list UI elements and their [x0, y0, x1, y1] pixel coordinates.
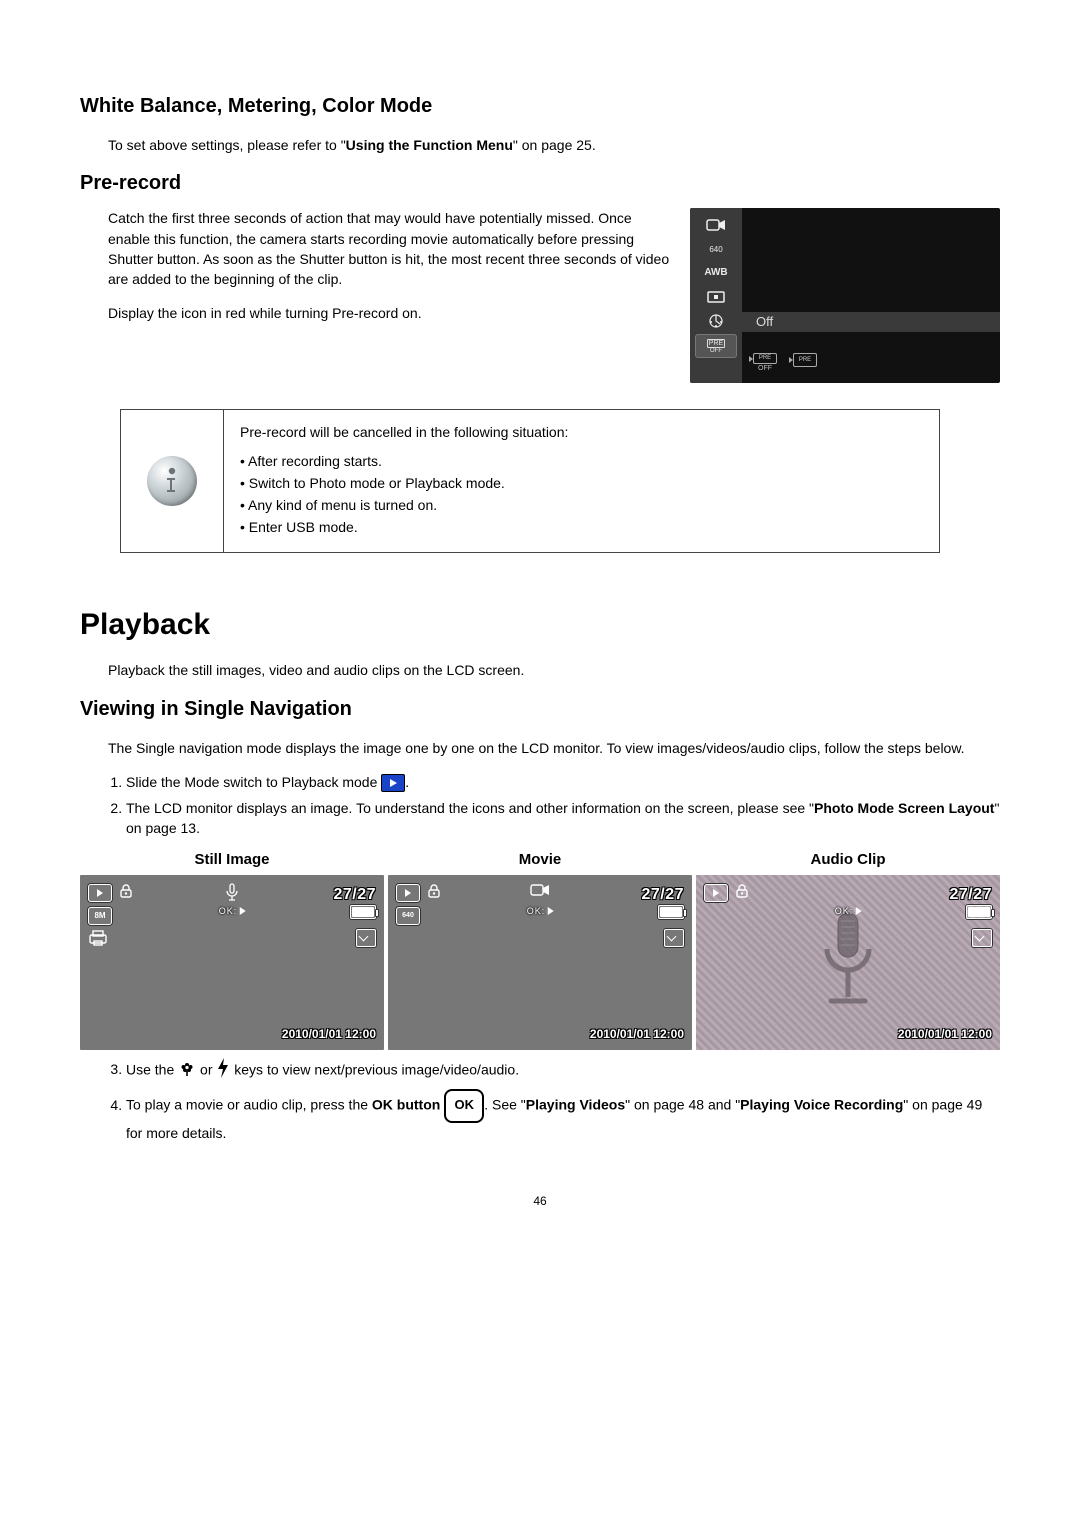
- step-3: Use the or keys to view next/previous im…: [126, 1058, 1000, 1083]
- playback-intro: Playback the still images, video and aud…: [108, 660, 1000, 680]
- dpof-icon: [88, 929, 108, 953]
- heading-pre-record: Pre-record: [80, 169, 1000, 198]
- page-number: 46: [80, 1193, 1000, 1210]
- flash-bolt-icon: [216, 1058, 230, 1083]
- playing-voice-recording-link: Playing Voice Recording: [740, 1097, 903, 1113]
- voice-memo-icon: [224, 883, 240, 907]
- wb-text-a: To set above settings, please refer to ": [108, 137, 346, 153]
- heading-white-balance: White Balance, Metering, Color Mode: [80, 92, 1000, 121]
- movie-icon: [530, 883, 550, 903]
- battery-icon: [966, 905, 992, 919]
- battery-icon: [658, 905, 684, 919]
- microphone-icon: [813, 909, 883, 1015]
- playing-videos-link: Playing Videos: [526, 1097, 625, 1113]
- preview-title-audio: Audio Clip: [696, 849, 1000, 871]
- timestamp: 2010/01/01 12:00: [282, 1026, 376, 1043]
- timestamp: 2010/01/01 12:00: [898, 1026, 992, 1043]
- ok-button-label: OK button: [372, 1097, 440, 1113]
- battery-icon: [350, 905, 376, 919]
- pre-record-icon: PRE OFF: [695, 334, 737, 358]
- step-1: Slide the Mode switch to Playback mode .: [126, 772, 1000, 792]
- movie-mode-icon: [696, 214, 736, 236]
- color-mode-icon: [696, 310, 736, 332]
- image-counter: 27/27: [641, 883, 684, 906]
- note-item: After recording starts.: [240, 451, 923, 471]
- pre-record-option-on: PRE: [790, 353, 820, 373]
- wb-link-function-menu: Using the Function Menu: [346, 137, 513, 153]
- macro-flower-icon: [178, 1059, 196, 1082]
- single-nav-steps-cont: Use the or keys to view next/previous im…: [80, 1058, 1000, 1144]
- wb-text-c: " on page 25.: [513, 137, 596, 153]
- image-counter: 27/27: [949, 883, 992, 906]
- pre-label: PRE: [759, 354, 771, 363]
- ok-play-hint: OK:: [835, 905, 862, 918]
- awb-icon: AWB: [696, 262, 736, 284]
- timestamp: 2010/01/01 12:00: [590, 1026, 684, 1043]
- note-item: Switch to Photo mode or Playback mode.: [240, 473, 923, 493]
- off-label: OFF: [758, 364, 772, 374]
- resolution-640-icon: 640: [396, 907, 420, 925]
- image-counter: 27/27: [333, 883, 376, 906]
- camera-menu-sidebar: 640 AWB PRE OFF: [690, 208, 742, 383]
- lock-icon: [426, 883, 442, 905]
- note-lead: Pre-record will be cancelled in the foll…: [240, 424, 568, 440]
- heading-playback: Playback: [80, 603, 1000, 647]
- info-icon: [147, 456, 197, 506]
- pre-label: PRE: [799, 356, 811, 365]
- pre-record-paragraph: Catch the first three seconds of action …: [108, 208, 670, 289]
- resolution-8m-icon: 8M: [88, 907, 112, 925]
- storage-card-icon: [356, 929, 376, 947]
- heading-single-navigation: Viewing in Single Navigation: [80, 695, 1000, 724]
- note-item: Any kind of menu is turned on.: [240, 495, 923, 515]
- step-4: To play a movie or audio clip, press the…: [126, 1089, 1000, 1143]
- storage-card-icon: [972, 929, 992, 947]
- ok-play-hint: OK:: [527, 905, 554, 918]
- single-nav-steps: Slide the Mode switch to Playback mode .…: [80, 772, 1000, 839]
- wb-paragraph: To set above settings, please refer to "…: [108, 135, 1000, 155]
- camera-menu-screenshot: 640 AWB PRE OFF Off PRE: [690, 208, 1000, 383]
- note-item: Enter USB mode.: [240, 517, 923, 537]
- ok-button-icon: OK: [444, 1089, 484, 1123]
- preview-title-movie: Movie: [388, 849, 692, 871]
- pre-record-note-table: Pre-record will be cancelled in the foll…: [120, 409, 940, 552]
- pre-record-options: PRE OFF PRE: [750, 353, 820, 373]
- lock-icon: [734, 883, 750, 905]
- preview-still: 27/27 8M OK: 2010/01/01 12:00: [80, 875, 384, 1050]
- ok-play-hint: OK:: [219, 905, 246, 918]
- step-2: The LCD monitor displays an image. To un…: [126, 798, 1000, 839]
- pre-record-selected-value: Off: [742, 312, 1000, 332]
- playback-icon: [704, 884, 728, 902]
- pre-record-icon-note: Display the icon in red while turning Pr…: [108, 303, 670, 323]
- single-nav-paragraph: The Single navigation mode displays the …: [108, 738, 1000, 758]
- playback-icon: [396, 884, 420, 902]
- resolution-640-icon: 640: [696, 238, 736, 260]
- metering-icon: [696, 286, 736, 308]
- lock-icon: [118, 883, 134, 905]
- preview-row: Still Image 27/27 8M OK: 2010/01/01 12:0…: [80, 849, 1000, 1050]
- photo-mode-layout-link: Photo Mode Screen Layout: [814, 800, 994, 816]
- preview-title-still: Still Image: [80, 849, 384, 871]
- playback-mode-icon: [381, 774, 405, 792]
- playback-icon: [88, 884, 112, 902]
- preview-audio: 27/27 OK: 2010/01/01 12:00: [696, 875, 1000, 1050]
- storage-card-icon: [664, 929, 684, 947]
- pre-record-option-off: PRE OFF: [750, 353, 780, 373]
- preview-movie: 27/27 640 OK: 2010/01/01 12:00: [388, 875, 692, 1050]
